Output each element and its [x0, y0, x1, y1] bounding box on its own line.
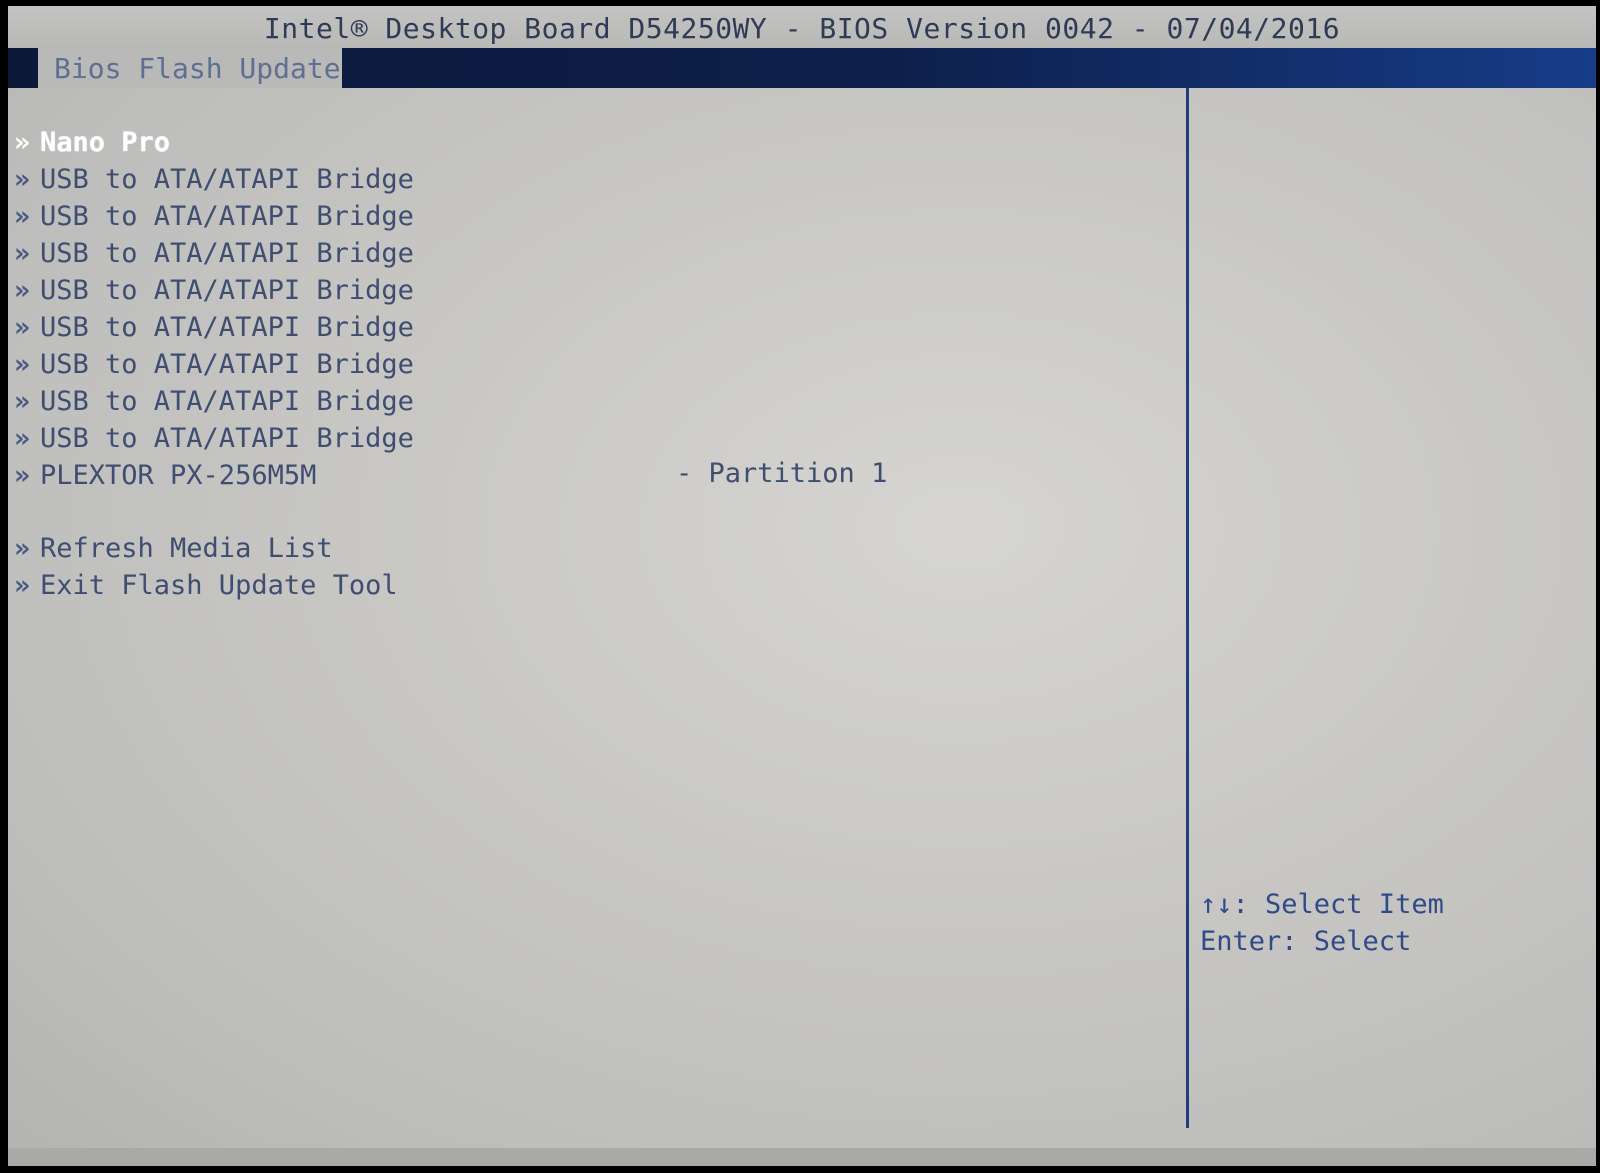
media-item-label: USB to ATA/ATAPI Bridge [40, 164, 414, 195]
media-item-usb-bridge-1[interactable]: » USB to ATA/ATAPI Bridge [8, 163, 414, 197]
media-item-label: USB to ATA/ATAPI Bridge [40, 201, 414, 232]
chevron-right-icon: » [13, 201, 31, 232]
media-item-usb-bridge-6[interactable]: » USB to ATA/ATAPI Bridge [8, 348, 414, 382]
media-item-label: USB to ATA/ATAPI Bridge [40, 312, 414, 343]
chevron-right-icon: » [13, 275, 31, 306]
media-item-label: USB to ATA/ATAPI Bridge [40, 386, 414, 417]
media-item-plextor[interactable]: » PLEXTOR PX-256M5M [8, 459, 316, 493]
media-list-pane: » Nano Pro » USB to ATA/ATAPI Bridge » USB … [8, 88, 1186, 1166]
chevron-right-icon: » [13, 127, 31, 158]
bios-screen: Intel® Desktop Board D54250WY - BIOS Ver… [8, 6, 1596, 1166]
refresh-media-list-button[interactable]: » Refresh Media List [8, 532, 333, 566]
tab-bar: Bios Flash Update [8, 48, 1596, 88]
action-label: Refresh Media List [40, 533, 333, 564]
chevron-right-icon: » [13, 386, 31, 417]
media-item-label: USB to ATA/ATAPI Bridge [40, 423, 414, 454]
media-item-label: Nano Pro [40, 127, 171, 158]
media-item-usb-bridge-7[interactable]: » USB to ATA/ATAPI Bridge [8, 385, 414, 419]
media-item-label: USB to ATA/ATAPI Bridge [40, 238, 414, 269]
chevron-right-icon: » [13, 312, 31, 343]
media-item-usb-bridge-4[interactable]: » USB to ATA/ATAPI Bridge [8, 274, 414, 308]
chevron-right-icon: » [13, 349, 31, 380]
media-item-label: USB to ATA/ATAPI Bridge [40, 349, 414, 380]
tab-label: Bios Flash Update [54, 52, 341, 85]
chevron-right-icon: » [13, 423, 31, 454]
chevron-right-icon: » [13, 460, 31, 491]
help-enter-select: Enter: Select [1200, 926, 1412, 957]
help-select-item: ↑↓: Select Item [1200, 889, 1444, 920]
media-item-label: USB to ATA/ATAPI Bridge [40, 275, 414, 306]
media-item-nano-pro[interactable]: » Nano Pro [8, 126, 170, 160]
partition-label: - Partition 1 [676, 458, 888, 489]
chevron-right-icon: » [13, 238, 31, 269]
media-item-usb-bridge-3[interactable]: » USB to ATA/ATAPI Bridge [8, 237, 414, 271]
media-item-usb-bridge-5[interactable]: » USB to ATA/ATAPI Bridge [8, 311, 414, 345]
title-bar: Intel® Desktop Board D54250WY - BIOS Ver… [8, 6, 1596, 48]
page-title: Intel® Desktop Board D54250WY - BIOS Ver… [263, 12, 1341, 45]
bottom-border [8, 1148, 1596, 1166]
exit-flash-update-tool-button[interactable]: » Exit Flash Update Tool [8, 569, 398, 603]
media-item-usb-bridge-2[interactable]: » USB to ATA/ATAPI Bridge [8, 200, 414, 234]
chevron-right-icon: » [13, 164, 31, 195]
pane-divider [1186, 88, 1189, 1128]
tab-bios-flash-update[interactable]: Bios Flash Update [38, 48, 342, 88]
chevron-right-icon: » [13, 533, 31, 564]
chevron-right-icon: » [13, 570, 31, 601]
media-item-usb-bridge-8[interactable]: » USB to ATA/ATAPI Bridge [8, 422, 414, 456]
help-pane: ↑↓: Select Item Enter: Select [1190, 88, 1590, 1166]
action-label: Exit Flash Update Tool [40, 570, 398, 601]
media-item-label: PLEXTOR PX-256M5M [40, 460, 317, 491]
